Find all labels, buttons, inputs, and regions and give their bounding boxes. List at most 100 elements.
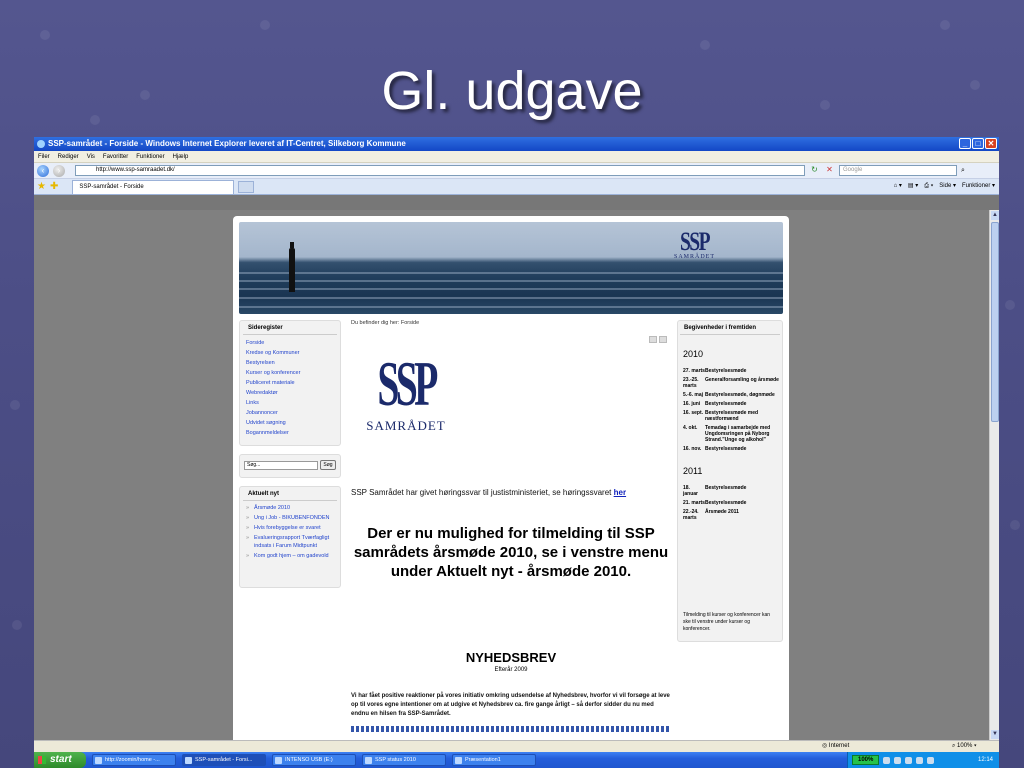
newsletter-body: Vi har fået positive reaktioner på vores… — [351, 693, 670, 717]
search-input[interactable]: Google — [839, 165, 957, 176]
event-row: 5.-6. maj Bestyrelsesmøde, døgnmøde — [683, 392, 775, 398]
forward-icon[interactable]: › — [53, 164, 65, 177]
status-zoom[interactable]: ⌕ 100% ▾ — [952, 741, 977, 752]
new-tab-button[interactable] — [238, 180, 255, 193]
menu-file[interactable]: Filer — [38, 151, 50, 162]
events-box: Begivenheder i fremtiden 2010 27. marts B… — [677, 320, 783, 642]
tools-menu[interactable]: Funktioner ▾ — [962, 181, 995, 192]
system-tray: 100% 12:14 — [847, 752, 999, 768]
taskbar-item[interactable]: INTENSO USB (E:) — [272, 754, 356, 766]
tray-icon[interactable] — [916, 756, 924, 764]
sideregister-box: Sideregister Forside Kredse og Kommuner … — [239, 320, 341, 446]
feeds-icon[interactable]: ▤ ▾ — [908, 181, 918, 192]
start-button[interactable]: start — [34, 752, 86, 768]
print-page-icon[interactable] — [649, 336, 657, 343]
site-search-box: Søg... Søg — [239, 454, 341, 478]
taskbar-item[interactable]: SSP status 2010 — [362, 754, 446, 766]
menu-help[interactable]: Hjælp — [173, 151, 189, 162]
hearing-link[interactable]: her — [614, 488, 626, 497]
events-note: Tilmelding til kurser og konferencer kan… — [683, 612, 771, 632]
search-icon[interactable]: ⌕ — [961, 167, 965, 175]
sidebar-item-kurser[interactable]: Kurser og konferencer — [246, 368, 334, 378]
event-row: 21. marts Bestyrelsesmøde — [683, 500, 747, 506]
tray-icon[interactable] — [883, 756, 891, 764]
site-search-button[interactable]: Søg — [320, 460, 336, 470]
minimize-button[interactable]: _ — [959, 138, 971, 149]
menu-favorites[interactable]: Favoritter — [103, 151, 128, 162]
sidebar-item-udvidet-sogning[interactable]: Udvidet søgning — [246, 418, 334, 428]
address-input[interactable]: http://www.ssp-samraadet.dk/ — [75, 165, 805, 176]
maximize-button[interactable]: □ — [972, 138, 984, 149]
news-item[interactable]: Hvis forebyggelse er svaret — [246, 524, 334, 532]
sidebar-item-bestyrelsen[interactable]: Bestyrelsen — [246, 358, 334, 368]
headline: Der er nu mulighed for tilmelding til SS… — [353, 525, 669, 580]
close-button[interactable]: ✕ — [985, 138, 997, 149]
events-year: 2010 — [683, 349, 704, 359]
event-row: 18. januar Bestyrelsesmøde — [683, 485, 747, 497]
taskbar: start http://zoomin/home -... SSP-samråd… — [34, 752, 999, 768]
favorites-star-icon[interactable]: ★ — [37, 181, 46, 193]
scroll-thumb[interactable] — [991, 222, 999, 422]
breadcrumb: Du befinder dig her: Forside — [351, 320, 420, 326]
vertical-scrollbar[interactable]: ▲ ▼ — [989, 210, 999, 740]
status-bar: ◎ Internet ⌕ 100% ▾ — [34, 740, 999, 752]
browser-screenshot: SSP-samrådet - Forside - Windows Interne… — [34, 137, 999, 768]
print-icon[interactable]: ⎙ ▾ — [924, 181, 933, 192]
address-bar: ‹ › http://www.ssp-samraadet.dk/ ↻ ✕ Goo… — [34, 163, 999, 179]
menu-bar: Filer Rediger Vis Favoritter Funktioner … — [34, 151, 999, 163]
scroll-down-icon[interactable]: ▼ — [991, 730, 999, 739]
refresh-icon[interactable]: ↻ — [809, 165, 820, 176]
tray-icon[interactable] — [905, 756, 913, 764]
event-row: 22.-24. marts Årsmøde 2011 — [683, 509, 739, 521]
sidebar-item-webredaktor[interactable]: Webredaktør — [246, 388, 334, 398]
event-row: 27. marts Bestyrelsesmøde — [683, 368, 747, 374]
clock: 12:14 — [977, 757, 993, 763]
email-page-icon[interactable] — [659, 336, 667, 343]
aktuelt-box: Aktuelt nyt Årsmøde 2010 Ung i Job - BIK… — [239, 486, 341, 588]
page-tools — [649, 336, 667, 343]
home-icon[interactable]: ⌂ ▾ — [894, 181, 902, 192]
sidebar-item-publiceret[interactable]: Publiceret materiale — [246, 378, 334, 388]
events-year: 2011 — [683, 466, 703, 476]
event-row: 16. sept. Bestyrelsesmøde med næstformænd — [683, 410, 759, 422]
sidebar-item-forside[interactable]: Forside — [246, 338, 334, 348]
battery-indicator[interactable]: 100% — [852, 755, 880, 765]
events-heading: Begivenheder i fremtiden — [680, 321, 780, 335]
site-banner: SSP SAMRÅDET — [239, 222, 783, 314]
ie-icon — [37, 140, 45, 148]
newsletter-title: NYHEDSBREV — [465, 650, 557, 665]
tray-icon[interactable] — [927, 756, 935, 764]
sidebar-item-jobannoncer[interactable]: Jobannoncer — [246, 408, 334, 418]
window-titlebar: SSP-samrådet - Forside - Windows Interne… — [34, 137, 999, 151]
scroll-up-icon[interactable]: ▲ — [991, 211, 999, 220]
cut-off-text — [351, 726, 671, 732]
menu-tools[interactable]: Funktioner — [136, 151, 164, 162]
page-menu[interactable]: Side ▾ — [939, 181, 956, 192]
web-page: SSP SAMRÅDET Sideregister Forside Kredse… — [233, 216, 789, 740]
hearing-notice: SSP Samrådet har givet høringssvar til j… — [351, 488, 627, 497]
news-item[interactable]: Evalueringsrapport Tværfagligt indsats i… — [246, 534, 334, 550]
event-row: 16. nov. Bestyrelsesmøde — [683, 446, 747, 452]
menu-edit[interactable]: Rediger — [58, 151, 79, 162]
slide-title: Gl. udgave — [381, 61, 643, 121]
sidebar-item-links[interactable]: Links — [246, 398, 334, 408]
news-item[interactable]: Ung i Job - BIKUBENFONDEN — [246, 514, 334, 522]
event-row: 23.-25. marts Generalforsamling og årsmød… — [683, 377, 779, 389]
banner-logo: SSP SAMRÅDET — [673, 227, 715, 261]
event-row: 16. juni Bestyrelsesmøde — [683, 401, 747, 407]
taskbar-item[interactable]: http://zoomin/home -... — [92, 754, 176, 766]
add-favorite-icon[interactable]: ✚ — [50, 181, 58, 193]
menu-view[interactable]: Vis — [87, 151, 95, 162]
stop-icon[interactable]: ✕ — [824, 165, 835, 176]
taskbar-item[interactable]: SSP-samrådet - Forsi... — [182, 754, 266, 766]
sidebar-item-bogannmeldelser[interactable]: Bogannmeldelser — [246, 428, 334, 438]
sidebar-item-kredse[interactable]: Kredse og Kommuner — [246, 348, 334, 358]
status-zone: ◎ Internet — [822, 743, 850, 749]
news-item[interactable]: Kom godt hjem – om gadevold — [246, 552, 334, 560]
back-icon[interactable]: ‹ — [37, 164, 49, 177]
tray-icon[interactable] — [894, 756, 902, 764]
tab-forside[interactable]: SSP-samrådet - Forside — [72, 179, 235, 194]
taskbar-item[interactable]: Præsentation1 — [452, 754, 536, 766]
news-item[interactable]: Årsmøde 2010 — [246, 504, 334, 512]
site-search-input[interactable]: Søg... — [244, 460, 318, 470]
